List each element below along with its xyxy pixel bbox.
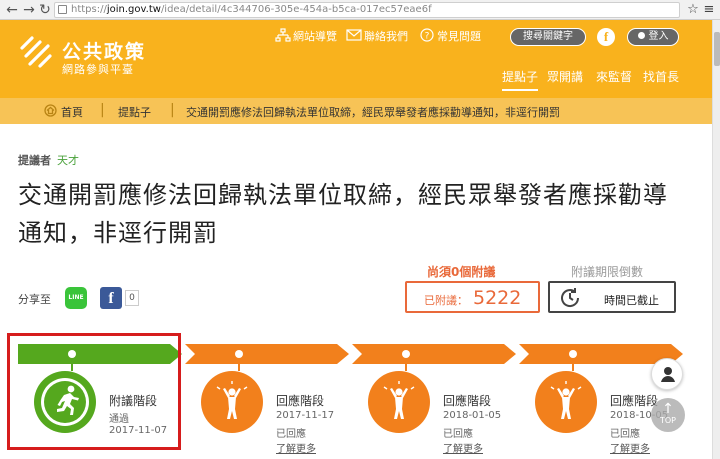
browser-menu-icon[interactable]: ≡: [700, 1, 718, 19]
stage-marker: [402, 350, 410, 358]
sitemap-link[interactable]: 網站導覽: [275, 28, 337, 46]
stage-connector: [572, 358, 574, 371]
stage-arrow-shape: [352, 344, 516, 364]
nav-tab-ideas[interactable]: 提點子: [502, 68, 539, 91]
deadline-status: 時間已截止: [604, 294, 659, 307]
mail-icon: [346, 29, 362, 41]
stage-date: 已回應: [443, 429, 473, 440]
clock-icon: [561, 288, 580, 307]
stage-date: 已回應: [276, 429, 306, 440]
deadline-label: 附議期限倒數: [571, 265, 644, 279]
deadline-countdown: 時間已截止: [548, 281, 676, 313]
stage-arrow: [185, 344, 349, 364]
facebook-icon[interactable]: f: [597, 28, 615, 46]
signature-counter: 已附議： 5222: [405, 281, 540, 313]
stage-connector: [238, 358, 240, 371]
browser-toolbar: ← → ↻ https://join.gov.tw/idea/detail/4c…: [0, 0, 720, 20]
contact-label: 聯絡我們: [364, 30, 408, 43]
stage-title: 回應階段: [443, 394, 492, 408]
share-label: 分享至: [18, 293, 51, 306]
site-title[interactable]: 公共政策: [62, 37, 146, 64]
line-share-icon[interactable]: LINE: [65, 287, 87, 309]
url-domain: join.gov.tw: [106, 4, 161, 15]
stage-status: 2017-11-17: [276, 410, 335, 421]
question-icon: ?: [420, 28, 434, 42]
stage-arrow: [352, 344, 516, 364]
proposer-label: 提議者: [18, 154, 51, 167]
stage-marker: [569, 350, 577, 358]
stage-title: 回應階段: [276, 394, 325, 408]
nav-tab-discussions[interactable]: 眾開講: [547, 68, 583, 85]
person-raised-arms-icon: [216, 381, 248, 419]
stage-arrow-shape: [185, 344, 349, 364]
stage-icon-circle: [201, 371, 263, 433]
back-to-top-label: TOP: [659, 416, 676, 425]
breadcrumb-separator: |: [100, 102, 105, 118]
page-scrollbar[interactable]: [712, 20, 720, 459]
user-icon: [661, 367, 675, 382]
stage-card: 回應階段 2018-01-05 已回應 了解更多: [352, 344, 516, 459]
proposal-title: 交通開罰應修法回歸執法單位取締，經民眾舉發者應採勸導通知，非逕行開罰: [18, 181, 668, 247]
scrollbar-thumb[interactable]: [714, 32, 720, 66]
stage-date: 已回應: [610, 429, 640, 440]
lock-icon: [58, 5, 67, 14]
svg-text:?: ?: [425, 32, 430, 42]
sitemap-icon: [275, 28, 291, 42]
back-arrow-icon[interactable]: ←: [3, 1, 21, 19]
faq-label: 常見問題: [437, 30, 481, 43]
stage-status: 2018-01-05: [443, 410, 502, 421]
sitemap-label: 網站導覽: [293, 30, 337, 43]
address-bar[interactable]: https://join.gov.tw/idea/detail/4c344706…: [54, 2, 680, 18]
login-label: 登入: [648, 31, 669, 42]
breadcrumb-separator: |: [170, 102, 175, 118]
user-icon: [637, 32, 645, 39]
stage-icon-circle: [535, 371, 597, 433]
url-scheme: https://: [71, 4, 107, 15]
facebook-share-icon[interactable]: f: [100, 287, 122, 309]
site-subtitle: 網路參與平臺: [62, 63, 134, 76]
back-to-top-button[interactable]: ↑ TOP: [651, 398, 685, 432]
highlight-box: [7, 333, 181, 450]
user-menu-button[interactable]: [651, 358, 683, 390]
person-raised-arms-icon: [383, 381, 415, 419]
site-header: 公共政策 網路參與平臺 網站導覽 聯絡我們 ? 常見問題 搜尋關鍵字 f 登入 提…: [0, 20, 712, 98]
arrow-up-icon: ↑: [662, 401, 674, 417]
stage-connector: [405, 358, 407, 371]
nav-tab-monitor[interactable]: 來監督: [596, 68, 632, 85]
person-raised-arms-icon: [550, 381, 582, 419]
stage-marker: [235, 350, 243, 358]
signature-count: 5222: [473, 287, 522, 309]
reload-icon[interactable]: ↻: [36, 1, 54, 19]
search-button[interactable]: 搜尋關鍵字: [510, 28, 586, 46]
login-button[interactable]: 登入: [627, 28, 679, 46]
site-logo-icon[interactable]: [18, 34, 54, 70]
nav-tab-leaders[interactable]: 找首長: [643, 68, 679, 85]
proposer-name: 天才: [57, 154, 79, 167]
learn-more-link[interactable]: 了解更多: [610, 440, 650, 455]
facebook-share-count: 0: [125, 290, 139, 306]
learn-more-link[interactable]: 了解更多: [276, 440, 316, 455]
breadcrumb-current: 交通開罰應修法回歸執法單位取締，經民眾舉發者應採勸導通知，非逕行開罰: [186, 106, 560, 119]
stage-icon-circle: [368, 371, 430, 433]
url-path: /idea/detail/4c344706-305e-454a-b5ca-017…: [160, 4, 432, 15]
breadcrumb: 首頁 | 提點子 | 交通開罰應修法回歸執法單位取締，經民眾舉發者應採勸導通知，…: [0, 98, 712, 124]
contact-link[interactable]: 聯絡我們: [346, 28, 408, 46]
stage-card: 回應階段 2017-11-17 已回應 了解更多: [185, 344, 349, 459]
home-icon[interactable]: [44, 104, 57, 117]
signatures-required: 尚須0個附議: [427, 265, 496, 279]
breadcrumb-home[interactable]: 首頁: [61, 104, 83, 120]
breadcrumb-ideas[interactable]: 提點子: [118, 104, 151, 120]
proposer-line: 提議者 天才: [18, 152, 79, 168]
signature-count-label: 已附議：: [424, 294, 468, 307]
learn-more-link[interactable]: 了解更多: [443, 440, 483, 455]
faq-link[interactable]: ? 常見問題: [419, 28, 481, 46]
